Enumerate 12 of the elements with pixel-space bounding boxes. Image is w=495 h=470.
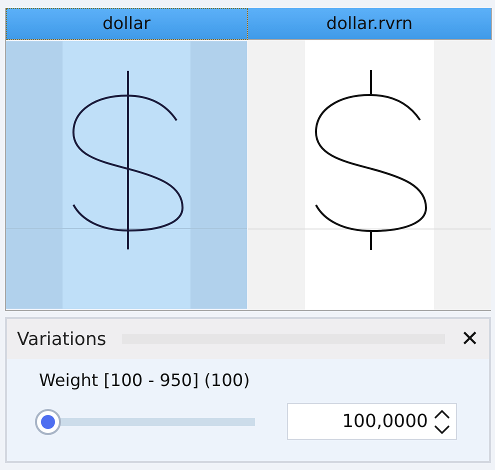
glyph-cell[interactable] [6, 40, 247, 310]
close-button[interactable]: ✕ [460, 326, 479, 352]
glyph-name: dollar.rvrn [248, 8, 492, 40]
axis-label: Weight [100 - 950] (100) [39, 371, 251, 391]
glyph-cell[interactable] [248, 40, 491, 310]
spinner-icon[interactable] [434, 408, 450, 434]
glyph-name: dollar [6, 8, 248, 40]
slider-thumb[interactable] [35, 408, 61, 434]
panel-title: Variations [17, 328, 106, 350]
value-field[interactable]: 100,0000 [308, 411, 428, 432]
drag-grip[interactable] [122, 334, 445, 344]
spin-box[interactable]: 100,0000 [287, 403, 457, 440]
